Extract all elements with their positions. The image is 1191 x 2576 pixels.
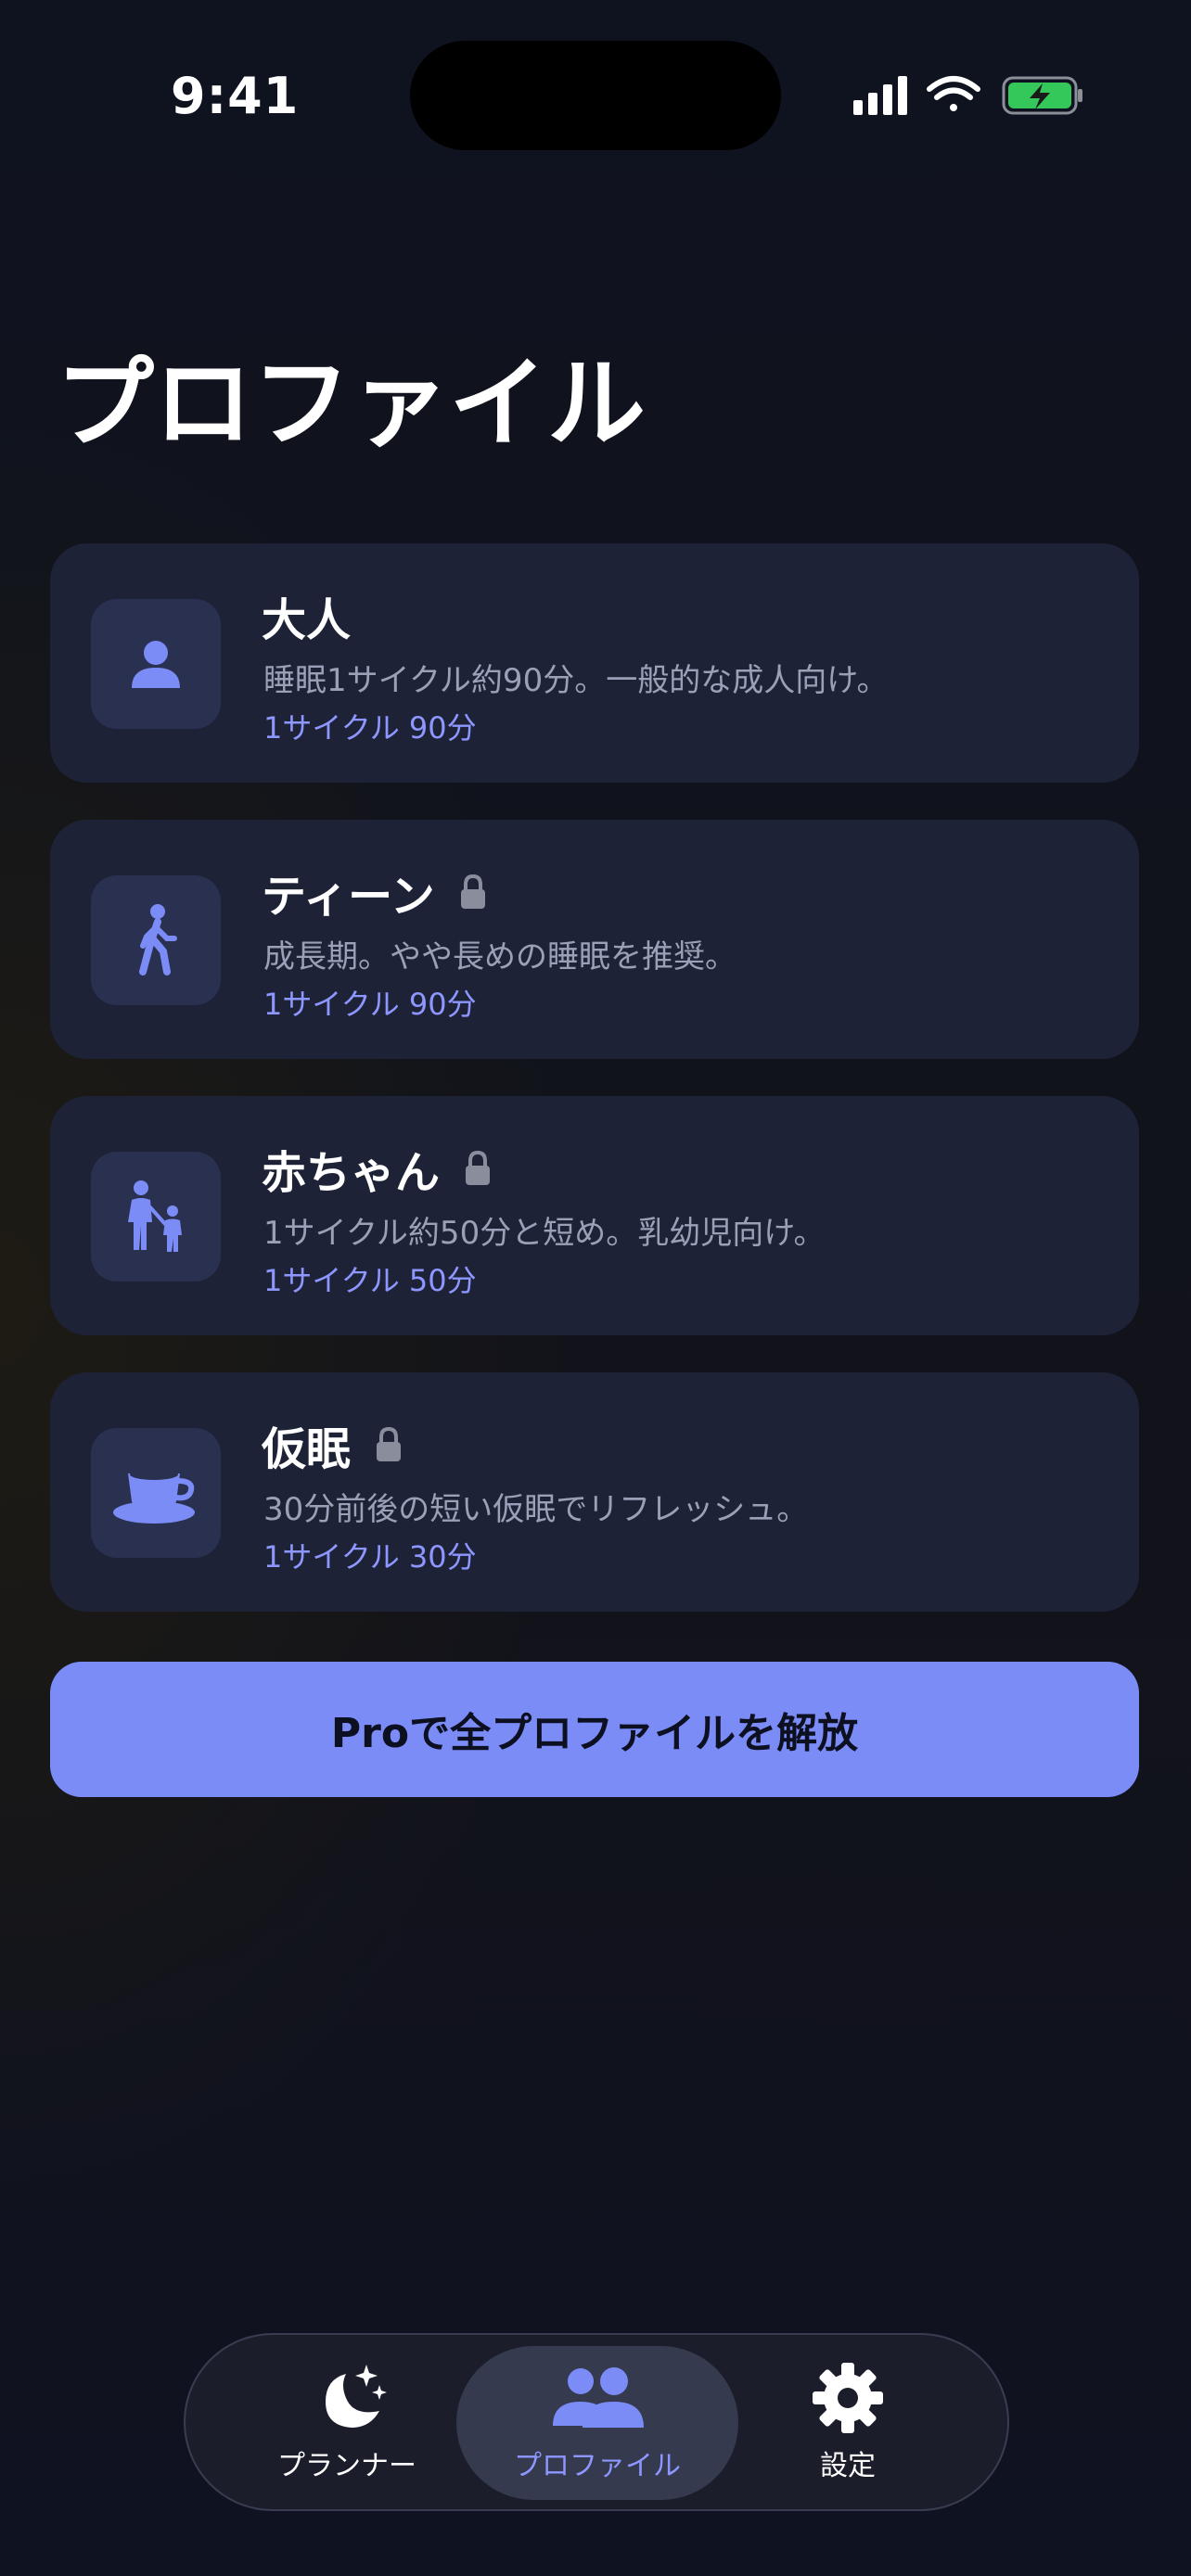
page-title: プロファイル bbox=[56, 347, 646, 461]
moon-stars-icon bbox=[326, 2365, 387, 2428]
profile-description: 睡眠1サイクル約90分。一般的な成人向け。 bbox=[263, 662, 889, 699]
profile-name: 大人 bbox=[262, 594, 352, 646]
unlock-pro-button[interactable]: Proで全プロファイルを解放 bbox=[50, 1662, 1139, 1797]
profile-description: 30分前後の短い仮眠でリフレッシュ。 bbox=[263, 1491, 809, 1528]
person-icon bbox=[132, 641, 180, 688]
profile-cycle: 1サイクル 90分 bbox=[263, 987, 477, 1022]
profile-card-adult[interactable]: 大人 睡眠1サイクル約90分。一般的な成人向け。 1サイクル 90分 bbox=[50, 543, 1139, 783]
profile-icon-box bbox=[91, 875, 221, 1005]
profile-card-teen[interactable]: ティーン 成長期。やや長めの睡眠を推奨。 1サイクル 90分 bbox=[50, 820, 1139, 1059]
profile-description: 1サイクル約50分と短め。乳幼児向け。 bbox=[263, 1215, 826, 1252]
profile-cycle: 1サイクル 30分 bbox=[263, 1539, 477, 1575]
tab-planner[interactable]: プランナー bbox=[245, 2344, 449, 2500]
profile-name: 仮眠 bbox=[262, 1423, 352, 1475]
profile-name: 赤ちゃん bbox=[262, 1147, 441, 1199]
profile-card-baby[interactable]: 赤ちゃん 1サイクル約50分と短め。乳幼児向け。 1サイクル 50分 bbox=[50, 1096, 1139, 1335]
parent-child-icon bbox=[128, 1180, 182, 1252]
coffee-cup-icon bbox=[113, 1469, 195, 1524]
lock-icon bbox=[460, 874, 485, 909]
dynamic-island bbox=[410, 41, 781, 150]
profile-cycle: 1サイクル 90分 bbox=[263, 710, 477, 746]
tab-label: プランナー bbox=[277, 2450, 416, 2482]
cellular-signal-icon bbox=[853, 76, 907, 115]
lock-icon bbox=[377, 1426, 402, 1461]
profile-icon-box bbox=[91, 599, 221, 729]
profile-name: ティーン bbox=[262, 871, 435, 923]
profile-cycle: 1サイクル 50分 bbox=[263, 1263, 477, 1298]
battery-charging-icon bbox=[1002, 76, 1082, 115]
profile-title-row: 大人 bbox=[262, 588, 351, 646]
tab-label: プロファイル bbox=[514, 2450, 681, 2482]
profile-icon-box bbox=[91, 1428, 221, 1558]
profile-title-row: ティーン bbox=[262, 864, 487, 923]
tab-settings[interactable]: 設定 bbox=[746, 2344, 950, 2500]
people-icon bbox=[553, 2367, 644, 2428]
walking-icon bbox=[139, 904, 177, 976]
profile-card-nap[interactable]: 仮眠 30分前後の短い仮眠でリフレッシュ。 1サイクル 30分 bbox=[50, 1372, 1139, 1612]
lock-icon bbox=[466, 1150, 491, 1185]
tab-label: 設定 bbox=[820, 2450, 876, 2482]
profile-icon-box bbox=[91, 1152, 221, 1282]
wifi-icon bbox=[927, 76, 980, 111]
status-icons bbox=[853, 76, 1082, 115]
profile-title-row: 赤ちゃん bbox=[262, 1141, 492, 1199]
profile-description: 成長期。やや長めの睡眠を推奨。 bbox=[263, 938, 736, 976]
tab-profiles[interactable]: プロファイル bbox=[467, 2344, 727, 2500]
gear-icon bbox=[813, 2363, 883, 2433]
profile-title-row: 仮眠 bbox=[262, 1417, 403, 1475]
status-time: 9:41 bbox=[171, 67, 300, 125]
tab-bar: プランナー プロファイル 設定 bbox=[184, 2333, 1009, 2511]
